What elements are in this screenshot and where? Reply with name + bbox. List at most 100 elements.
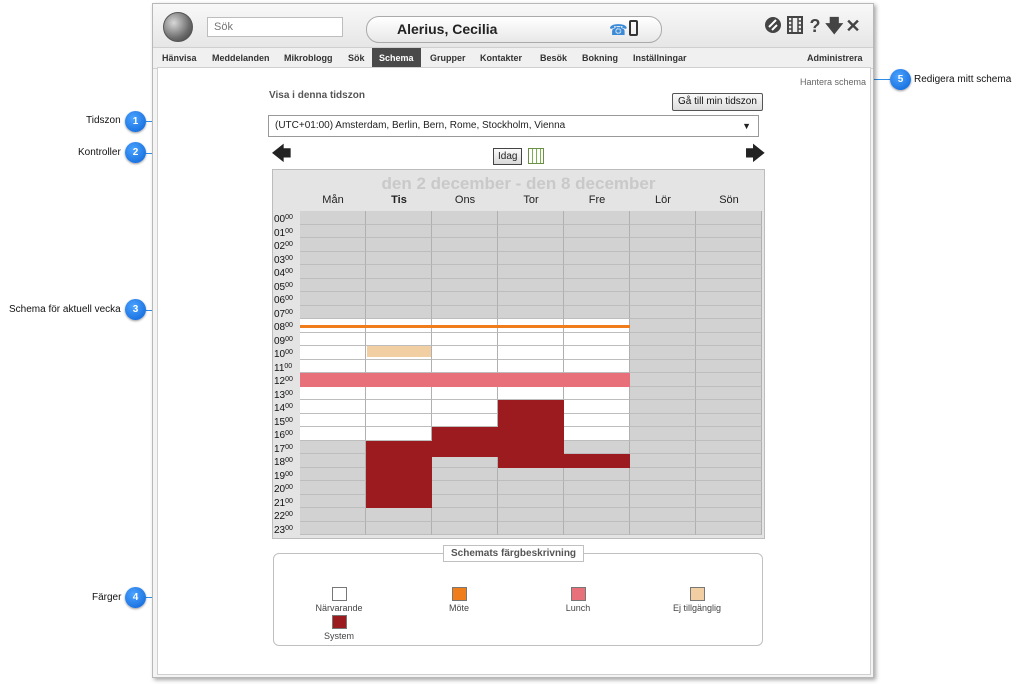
schedule-cell-tue-09[interactable]: [366, 332, 432, 346]
schedule-cell-mon-05[interactable]: [300, 278, 366, 292]
schedule-cell-thu-20[interactable]: [498, 481, 564, 495]
schedule-cell-fri-00[interactable]: [564, 211, 630, 225]
schedule-cell-sat-16[interactable]: [630, 427, 696, 441]
schedule-cell-sat-01[interactable]: [630, 224, 696, 238]
schedule-cell-tue-00[interactable]: [366, 211, 432, 225]
schedule-cell-sun-15[interactable]: [696, 413, 762, 427]
schedule-cell-mon-15[interactable]: [300, 413, 366, 427]
phone-icon[interactable]: ☎: [609, 21, 628, 39]
schedule-cell-sun-17[interactable]: [696, 440, 762, 454]
schedule-cell-sat-13[interactable]: [630, 386, 696, 400]
schedule-cell-thu-10[interactable]: [498, 346, 564, 360]
schedule-cell-wed-06[interactable]: [432, 292, 498, 306]
schedule-cell-tue-02[interactable]: [366, 238, 432, 252]
schedule-cell-thu-23[interactable]: [498, 521, 564, 535]
manage-schedule-link[interactable]: Hantera schema: [800, 77, 866, 87]
schedule-cell-fri-15[interactable]: [564, 413, 630, 427]
schedule-cell-wed-20[interactable]: [432, 481, 498, 495]
schedule-cell-sun-11[interactable]: [696, 359, 762, 373]
schedule-cell-sat-12[interactable]: [630, 373, 696, 387]
schedule-cell-tue-14[interactable]: [366, 400, 432, 414]
system-block-fri[interactable]: [564, 454, 630, 468]
schedule-cell-mon-00[interactable]: [300, 211, 366, 225]
schedule-cell-thu-09[interactable]: [498, 332, 564, 346]
schedule-cell-tue-13[interactable]: [366, 386, 432, 400]
schedule-cell-sun-22[interactable]: [696, 508, 762, 522]
schedule-cell-fri-20[interactable]: [564, 481, 630, 495]
help-icon[interactable]: ?: [806, 16, 824, 36]
schedule-cell-sun-16[interactable]: [696, 427, 762, 441]
menu-item-grupper[interactable]: Grupper: [430, 48, 466, 68]
today-button[interactable]: Idag: [493, 148, 523, 165]
download-icon[interactable]: 🡇: [825, 16, 844, 36]
schedule-cell-wed-05[interactable]: [432, 278, 498, 292]
schedule-cell-mon-11[interactable]: [300, 359, 366, 373]
schedule-cell-fri-23[interactable]: [564, 521, 630, 535]
schedule-cell-fri-04[interactable]: [564, 265, 630, 279]
schedule-cell-sun-00[interactable]: [696, 211, 762, 225]
schedule-cell-mon-20[interactable]: [300, 481, 366, 495]
schedule-cell-fri-19[interactable]: [564, 467, 630, 481]
schedule-cell-mon-01[interactable]: [300, 224, 366, 238]
schedule-cell-sun-03[interactable]: [696, 251, 762, 265]
timezone-select[interactable]: (UTC+01:00) Amsterdam, Berlin, Bern, Rom…: [268, 115, 759, 137]
schedule-cell-mon-14[interactable]: [300, 400, 366, 414]
schedule-cell-sat-07[interactable]: [630, 305, 696, 319]
schedule-cell-mon-04[interactable]: [300, 265, 366, 279]
schedule-cell-wed-19[interactable]: [432, 467, 498, 481]
schedule-cell-fri-11[interactable]: [564, 359, 630, 373]
schedule-cell-sat-22[interactable]: [630, 508, 696, 522]
schedule-cell-tue-04[interactable]: [366, 265, 432, 279]
schedule-cell-mon-22[interactable]: [300, 508, 366, 522]
schedule-cell-fri-10[interactable]: [564, 346, 630, 360]
menu-item-schema[interactable]: Schema: [372, 48, 421, 68]
schedule-cell-mon-13[interactable]: [300, 386, 366, 400]
schedule-cell-fri-22[interactable]: [564, 508, 630, 522]
schedule-cell-sun-02[interactable]: [696, 238, 762, 252]
user-status-pill[interactable]: Alerius, Cecilia ☎: [366, 16, 662, 43]
schedule-cell-sat-17[interactable]: [630, 440, 696, 454]
schedule-cell-wed-00[interactable]: [432, 211, 498, 225]
schedule-cell-sun-10[interactable]: [696, 346, 762, 360]
schedule-cell-sat-21[interactable]: [630, 494, 696, 508]
schedule-cell-sun-20[interactable]: [696, 481, 762, 495]
schedule-cell-sun-21[interactable]: [696, 494, 762, 508]
calendar-icon[interactable]: [528, 148, 544, 164]
schedule-cell-fri-14[interactable]: [564, 400, 630, 414]
schedule-cell-mon-09[interactable]: [300, 332, 366, 346]
schedule-cell-thu-04[interactable]: [498, 265, 564, 279]
schedule-cell-sat-19[interactable]: [630, 467, 696, 481]
schedule-cell-thu-19[interactable]: [498, 467, 564, 481]
schedule-cell-tue-07[interactable]: [366, 305, 432, 319]
schedule-cell-sun-18[interactable]: [696, 454, 762, 468]
schedule-cell-thu-00[interactable]: [498, 211, 564, 225]
menu-item-besok[interactable]: Besök: [540, 48, 567, 68]
arrow-right-icon[interactable]: 🡆: [745, 144, 766, 164]
schedule-cell-wed-04[interactable]: [432, 265, 498, 279]
schedule-cell-wed-02[interactable]: [432, 238, 498, 252]
schedule-cell-sat-05[interactable]: [630, 278, 696, 292]
arrow-left-icon[interactable]: 🡄: [271, 144, 292, 164]
schedule-cell-sun-09[interactable]: [696, 332, 762, 346]
schedule-cell-fri-21[interactable]: [564, 494, 630, 508]
schedule-cell-sun-13[interactable]: [696, 386, 762, 400]
schedule-cell-fri-13[interactable]: [564, 386, 630, 400]
schedule-cell-sat-08[interactable]: [630, 319, 696, 333]
schedule-cell-wed-13[interactable]: [432, 386, 498, 400]
schedule-cell-sun-19[interactable]: [696, 467, 762, 481]
system-block-wed[interactable]: [432, 427, 498, 457]
schedule-cell-mon-18[interactable]: [300, 454, 366, 468]
schedule-cell-sat-11[interactable]: [630, 359, 696, 373]
schedule-cell-mon-21[interactable]: [300, 494, 366, 508]
schedule-cell-thu-13[interactable]: [498, 386, 564, 400]
schedule-cell-sat-15[interactable]: [630, 413, 696, 427]
schedule-cell-tue-01[interactable]: [366, 224, 432, 238]
schedule-cell-thu-22[interactable]: [498, 508, 564, 522]
schedule-cell-mon-10[interactable]: [300, 346, 366, 360]
schedule-cell-sat-14[interactable]: [630, 400, 696, 414]
schedule-cell-fri-01[interactable]: [564, 224, 630, 238]
schedule-cell-sun-06[interactable]: [696, 292, 762, 306]
schedule-cell-fri-07[interactable]: [564, 305, 630, 319]
schedule-cell-thu-11[interactable]: [498, 359, 564, 373]
schedule-cell-sat-10[interactable]: [630, 346, 696, 360]
